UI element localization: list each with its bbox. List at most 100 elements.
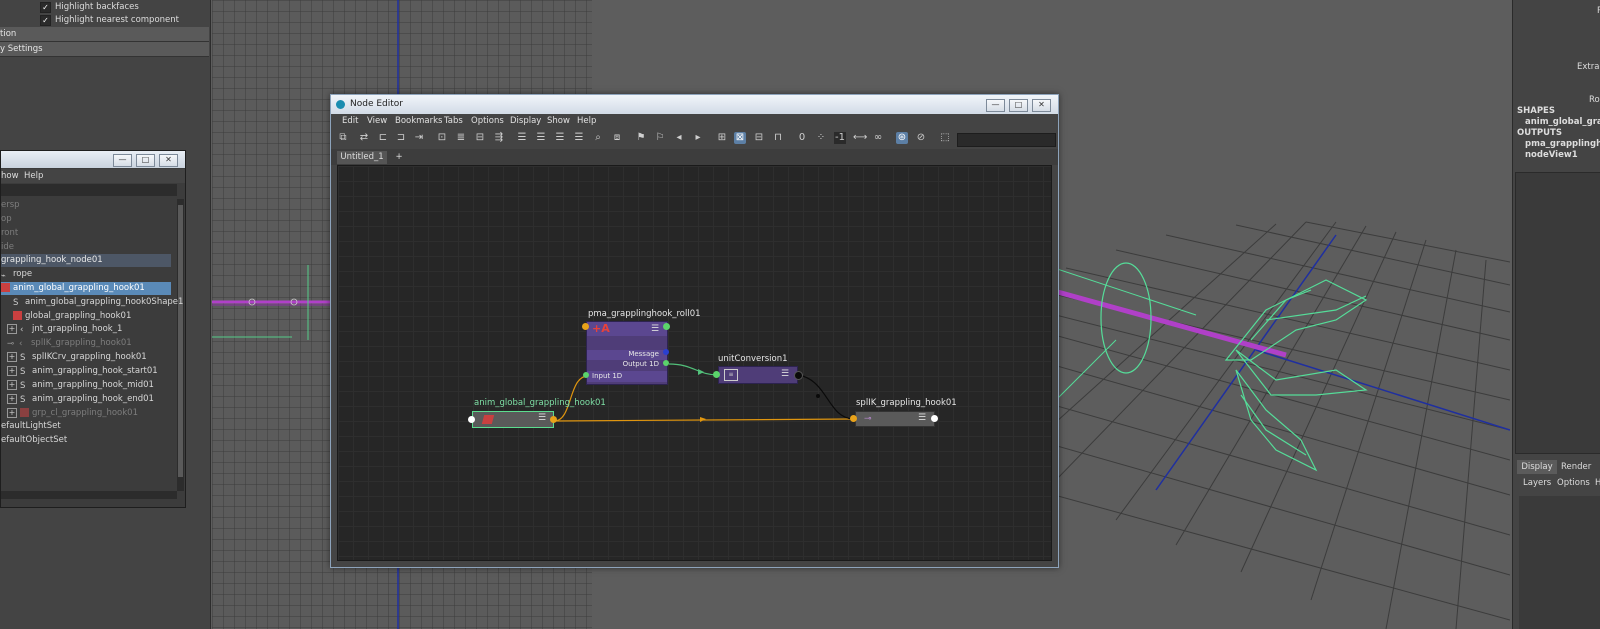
tab-display[interactable]: Display <box>1517 460 1557 474</box>
readout-minus-one[interactable]: -1 <box>834 132 846 144</box>
list-item[interactable]: Sanim_global_grappling_hook0Shape1 <box>1 296 183 309</box>
output-port[interactable] <box>931 415 938 422</box>
menu-layers[interactable]: Layers <box>1523 478 1551 488</box>
menu-help[interactable]: Help <box>577 116 596 126</box>
node-search-field[interactable] <box>957 133 1056 147</box>
list-item[interactable]: + Sanim_grappling_hook_start01 <box>1 365 177 378</box>
list-item[interactable]: efaultLightSet <box>1 420 171 433</box>
node-title-anim[interactable]: anim_global_grappling_hook01 <box>474 398 606 408</box>
outputs-item[interactable]: pma_grapplinghook_ <box>1525 139 1600 149</box>
full-mode-icon[interactable]: ☰ <box>554 132 566 144</box>
menu-help[interactable]: Help <box>24 171 43 181</box>
list-item[interactable]: + Sanim_grappling_hook_mid01 <box>1 379 177 392</box>
list-item[interactable]: ersp <box>1 199 171 212</box>
list-item[interactable]: ront <box>1 227 171 240</box>
minimize-button[interactable]: — <box>986 99 1005 112</box>
input-icon[interactable]: ⊏ <box>377 132 389 144</box>
close-button[interactable]: ✕ <box>159 154 178 167</box>
swatch-icon[interactable]: ⊘ <box>915 132 927 144</box>
output-1d-port[interactable] <box>663 360 669 366</box>
menu-view[interactable]: View <box>367 116 387 126</box>
menu-tabs[interactable]: Tabs <box>444 116 463 126</box>
menu-bookmarks[interactable]: Bookmarks <box>395 116 443 126</box>
list-item[interactable]: ⊸ ‹ splIK_grappling_hook01 <box>1 337 177 350</box>
frame-header-settings[interactable]: y Settings <box>0 42 209 57</box>
input-port[interactable] <box>850 415 857 422</box>
message-port[interactable] <box>663 349 669 355</box>
node-unit-conversion[interactable]: ≡ ☰ <box>718 366 798 384</box>
pin-icon[interactable]: ⇶ <box>493 132 505 144</box>
snap-grid-icon[interactable]: ⊠ <box>734 132 746 144</box>
checkbox-box[interactable]: ✓ <box>40 1 51 13</box>
lock-icon[interactable]: ⊓ <box>772 132 784 144</box>
readout-zero[interactable]: 0 <box>796 132 808 144</box>
highlight-backfaces-checkbox[interactable]: ✓ Highlight backfaces <box>40 1 139 13</box>
menu-h[interactable]: H <box>1595 478 1600 488</box>
outliner-scrollbar[interactable] <box>177 199 184 491</box>
list-item[interactable]: + ‹ jnt_grappling_hook_1 <box>1 323 177 336</box>
bookmark-prev-icon[interactable]: ◂ <box>673 132 685 144</box>
connected-mode-icon[interactable]: ☰ <box>535 132 547 144</box>
close-button[interactable]: ✕ <box>1032 99 1051 112</box>
expand-icon[interactable]: + <box>7 365 17 376</box>
scroll-thumb[interactable] <box>178 205 183 477</box>
bookmark-icon[interactable]: ⚑ <box>635 132 647 144</box>
outliner-title-bar[interactable]: — □ ✕ <box>1 151 185 168</box>
minimize-button[interactable]: — <box>113 154 132 167</box>
expand-icon[interactable]: + <box>7 351 17 362</box>
checkbox-box[interactable]: ✓ <box>40 14 51 26</box>
attribute-list-icon[interactable]: ☰ <box>781 369 789 379</box>
bookmark-add-icon[interactable]: ⚐ <box>654 132 666 144</box>
output-icon[interactable]: ⇥ <box>413 132 425 144</box>
menu-options[interactable]: Options <box>471 116 504 126</box>
shader-icon[interactable]: ⊛ <box>896 132 908 144</box>
node-title-pma[interactable]: pma_grapplinghook_roll01 <box>588 309 701 319</box>
expand-icon[interactable]: + <box>7 407 17 418</box>
tab-render[interactable]: Render <box>1561 460 1591 474</box>
input-port[interactable] <box>582 323 589 330</box>
custom-mode-icon[interactable]: ☰ <box>573 132 585 144</box>
attribute-icon[interactable]: ⊟ <box>753 132 765 144</box>
dashed-frame-icon[interactable]: ⬚ <box>939 132 951 144</box>
node-anim-global[interactable]: ☰ <box>472 411 554 428</box>
list-item[interactable]: ⌁ rope <box>1 268 171 281</box>
input-output-icon[interactable]: ⊐ <box>395 132 407 144</box>
node-pma[interactable]: +A ☰ Message Output 1D Input 1D <box>586 321 668 385</box>
node-title-splik[interactable]: splIK_grappling_hook01 <box>856 398 957 408</box>
input-1d-port[interactable] <box>583 372 589 378</box>
output-port[interactable] <box>550 416 557 423</box>
spacing-icon[interactable]: ⁘ <box>815 132 827 144</box>
expand-icon[interactable]: + <box>7 379 17 390</box>
swap-icon[interactable]: ⇄ <box>358 132 370 144</box>
highlight-nearest-component-checkbox[interactable]: ✓ Highlight nearest component <box>40 14 179 26</box>
collapse-icon[interactable]: ∞ <box>872 132 884 144</box>
maximize-button[interactable]: □ <box>1009 99 1028 112</box>
layout-icon[interactable]: ≣ <box>455 132 467 144</box>
outliner-hscrollbar[interactable] <box>1 491 177 499</box>
bookmark-next-icon[interactable]: ▸ <box>692 132 704 144</box>
node-editor-title-bar[interactable]: Node Editor — □ ✕ <box>331 95 1058 114</box>
list-item[interactable]: anim_global_grappling_hook01 <box>1 282 171 295</box>
graph-icon[interactable]: ⧉ <box>337 132 349 144</box>
expand-icon[interactable]: ⟷ <box>853 132 867 144</box>
maximize-button[interactable]: □ <box>136 154 155 167</box>
menu-show[interactable]: Show <box>547 116 570 126</box>
list-item[interactable]: ide <box>1 241 171 254</box>
list-item[interactable]: + SsplIKCrv_grappling_hook01 <box>1 351 177 364</box>
output-port[interactable] <box>663 323 670 330</box>
attribute-list-icon[interactable]: ☰ <box>538 413 546 423</box>
node-splik[interactable]: ⊸ ☰ <box>855 411 935 427</box>
add-tab-button[interactable]: + <box>393 151 405 164</box>
search-icon[interactable]: ⌕ <box>592 132 604 144</box>
list-item[interactable]: global_grappling_hook01 <box>1 310 183 323</box>
list-item[interactable]: + grp_cl_grappling_hook01 <box>1 407 177 420</box>
menu-display[interactable]: Display <box>510 116 541 126</box>
list-item[interactable]: efaultObjectSet <box>1 434 171 447</box>
attribute-list-icon[interactable]: ☰ <box>651 324 659 334</box>
list-item[interactable]: grappling_hook_node01 <box>1 254 171 267</box>
shapes-item[interactable]: anim_global_grappli <box>1525 117 1600 127</box>
attribute-list-icon[interactable]: ☰ <box>918 413 926 423</box>
grid-icon[interactable]: ⊞ <box>716 132 728 144</box>
list-item[interactable]: + Sanim_grappling_hook_end01 <box>1 393 177 406</box>
menu-show[interactable]: how <box>1 171 19 181</box>
